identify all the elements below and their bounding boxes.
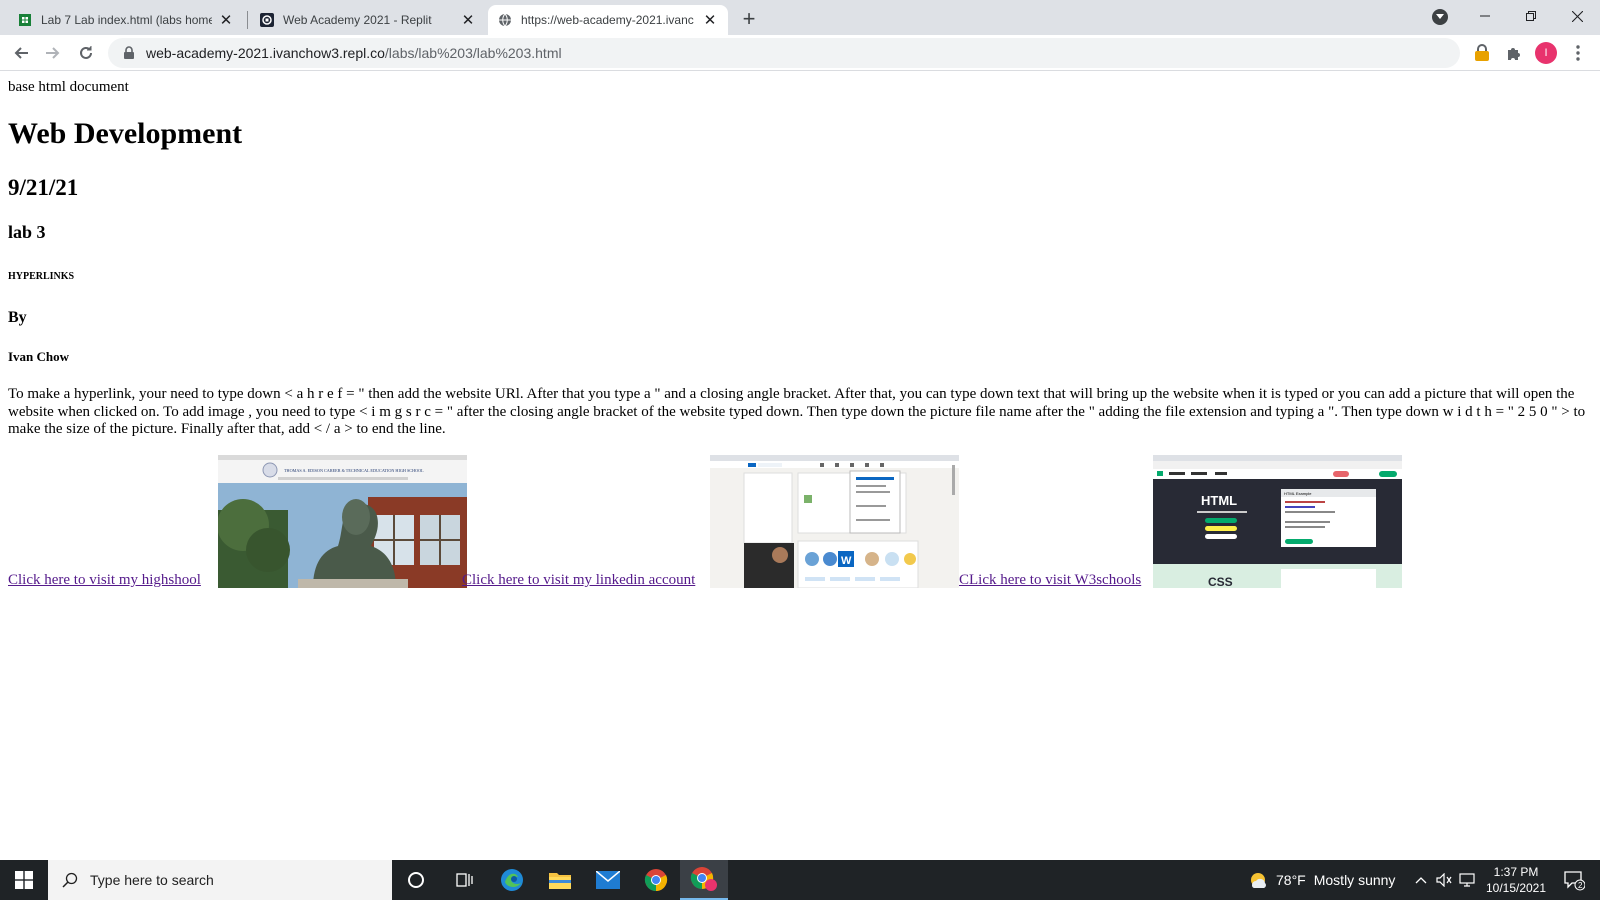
top-text: base html document bbox=[8, 79, 129, 95]
tab-replit[interactable]: Web Academy 2021 - Replit ✕ bbox=[250, 5, 486, 35]
replit-icon bbox=[260, 13, 274, 27]
sun-cloud-icon bbox=[1251, 873, 1266, 888]
instructions-paragraph: To make a hyperlink, your need to type d… bbox=[8, 386, 1586, 437]
address-bar[interactable]: web-academy-2021.ivanchow3.repl.co/labs/… bbox=[108, 38, 1460, 68]
tab-search-icon[interactable] bbox=[1432, 9, 1448, 25]
tab-lab7[interactable]: Lab 7 Lab index.html (labs homep ✕ bbox=[8, 5, 244, 35]
more-menu-icon[interactable] bbox=[1566, 41, 1590, 65]
cortana-circle-icon bbox=[408, 872, 424, 888]
tab-strip: Lab 7 Lab index.html (labs homep ✕ Web A… bbox=[0, 0, 1600, 35]
close-tab-icon[interactable]: ✕ bbox=[702, 12, 718, 29]
task-view-button[interactable] bbox=[440, 860, 488, 900]
mail-icon[interactable] bbox=[584, 860, 632, 900]
lock-icon[interactable] bbox=[122, 46, 136, 60]
tab-active-page[interactable]: https://web-academy-2021.ivanc ✕ bbox=[488, 5, 728, 35]
windows-logo-icon bbox=[15, 871, 33, 889]
by-heading: By bbox=[8, 309, 27, 326]
svg-text:2: 2 bbox=[1578, 881, 1583, 890]
windows-taskbar: Type here to search 78°F Mostly sunny 1:… bbox=[0, 860, 1600, 900]
extensions-puzzle-icon[interactable] bbox=[1502, 41, 1526, 65]
network-icon[interactable] bbox=[1456, 860, 1478, 900]
notification-center-button[interactable]: 2 bbox=[1554, 860, 1594, 900]
start-button[interactable] bbox=[0, 860, 48, 900]
links-row: Click here to visit my highshool THOMAS … bbox=[8, 455, 1593, 590]
show-hidden-icons-chevron-icon[interactable] bbox=[1410, 860, 1432, 900]
green-sheet-icon bbox=[19, 14, 31, 26]
tab-separator bbox=[247, 11, 248, 29]
profile-avatar[interactable]: I bbox=[1534, 41, 1558, 65]
reload-button[interactable] bbox=[73, 40, 99, 66]
date-heading: 9/21/21 bbox=[8, 175, 79, 200]
chrome-profile-taskbar-icon[interactable] bbox=[680, 860, 728, 900]
hyperlinks-heading: HYPERLINKS bbox=[8, 271, 75, 282]
notification-icon: 2 bbox=[1564, 871, 1585, 891]
w3schools-thumbnail[interactable]: HTML HTML Example CSS bbox=[1153, 455, 1402, 588]
file-explorer-icon[interactable] bbox=[536, 860, 584, 900]
minimize-button[interactable] bbox=[1462, 0, 1508, 32]
svg-text:HTML Example: HTML Example bbox=[1284, 491, 1312, 496]
lab-heading: lab 3 bbox=[8, 222, 46, 242]
svg-text:W: W bbox=[841, 555, 852, 567]
task-view-icon bbox=[456, 873, 473, 887]
edge-taskbar-icon[interactable] bbox=[488, 860, 536, 900]
web-page: base html document Web Development 9/21/… bbox=[0, 72, 1600, 859]
svg-text:CSS: CSS bbox=[1208, 575, 1233, 588]
new-tab-button[interactable]: + bbox=[737, 6, 761, 31]
back-button[interactable] bbox=[8, 40, 34, 66]
svg-text:HTML: HTML bbox=[1201, 493, 1237, 508]
password-extension-icon[interactable] bbox=[1470, 41, 1494, 65]
cortana-button[interactable] bbox=[392, 860, 440, 900]
reload-icon bbox=[80, 46, 92, 59]
svg-text:THOMAS A. EDISON CAREER & TECH: THOMAS A. EDISON CAREER & TECHNICAL EDUC… bbox=[284, 468, 424, 473]
highschool-link[interactable]: Click here to visit my highshool bbox=[8, 572, 201, 589]
forward-button[interactable] bbox=[40, 40, 66, 66]
author-heading: Ivan Chow bbox=[8, 349, 70, 364]
clock[interactable]: 1:37 PM 10/15/2021 bbox=[1476, 864, 1556, 896]
close-tab-icon[interactable]: ✕ bbox=[218, 12, 234, 29]
highschool-thumbnail[interactable]: THOMAS A. EDISON CAREER & TECHNICAL EDUC… bbox=[218, 455, 467, 588]
linkedin-link[interactable]: Click here to visit my linkedin account bbox=[462, 572, 695, 589]
page-title: Web Development bbox=[8, 117, 243, 150]
restore-button[interactable] bbox=[1508, 0, 1554, 32]
taskbar-search-box[interactable]: Type here to search bbox=[48, 860, 392, 900]
search-icon bbox=[62, 872, 78, 888]
browser-toolbar: web-academy-2021.ivanchow3.repl.co/labs/… bbox=[0, 35, 1600, 71]
back-arrow-icon bbox=[14, 47, 28, 59]
weather-widget[interactable]: 78°F Mostly sunny bbox=[1248, 860, 1395, 900]
speaker-muted-icon[interactable] bbox=[1432, 860, 1456, 900]
globe-icon bbox=[499, 13, 511, 27]
url-text: web-academy-2021.ivanchow3.repl.co/labs/… bbox=[146, 45, 562, 61]
close-window-button[interactable] bbox=[1554, 0, 1600, 32]
close-tab-icon[interactable]: ✕ bbox=[460, 12, 476, 29]
w3schools-link[interactable]: CLick here to visit W3schools bbox=[959, 572, 1141, 589]
chrome-taskbar-icon[interactable] bbox=[632, 860, 680, 900]
linkedin-thumbnail[interactable]: W bbox=[710, 455, 959, 588]
forward-arrow-icon bbox=[46, 47, 60, 59]
